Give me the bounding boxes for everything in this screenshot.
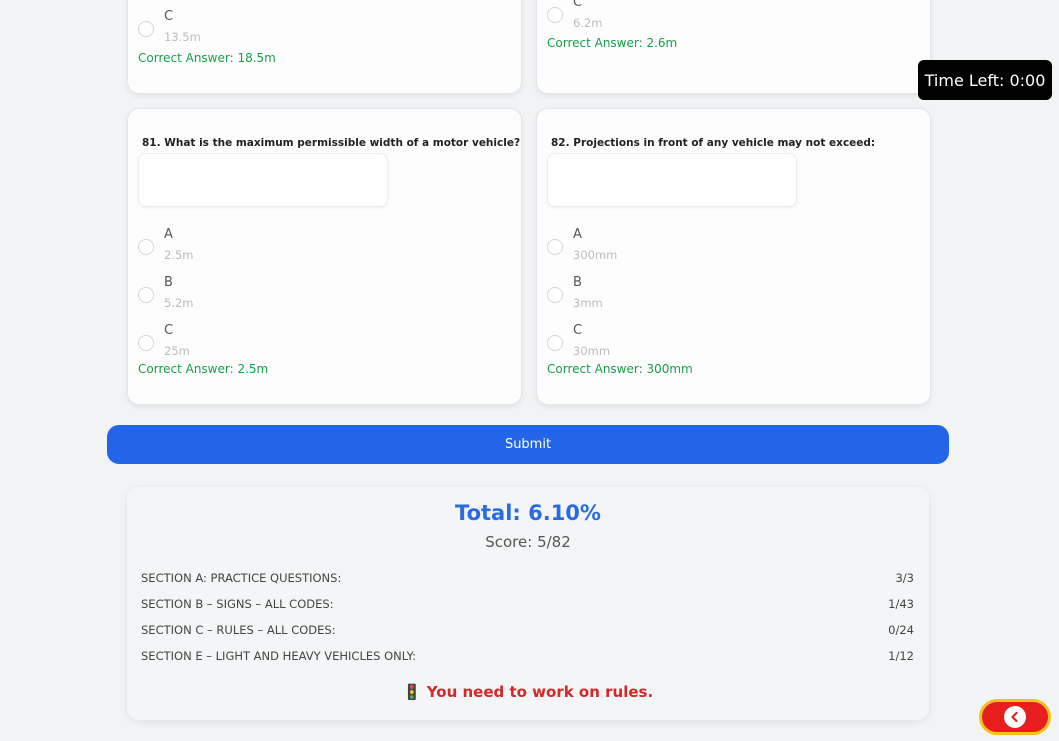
option-letter: C <box>164 323 174 338</box>
option-value: 30mm <box>573 344 611 358</box>
section-score: 3/3 <box>895 571 914 585</box>
option-letter: A <box>573 227 582 242</box>
option-a[interactable]: A 2.5m <box>138 227 398 267</box>
chevron-left-icon <box>1004 706 1026 728</box>
correct-answer: Correct Answer: 2.5m <box>138 362 269 376</box>
section-label: SECTION E – LIGHT AND HEAVY VEHICLES ONL… <box>141 649 416 663</box>
option-b[interactable]: B 5.2m <box>138 275 398 315</box>
question-image <box>138 153 388 207</box>
option-value: 6.2m <box>573 16 603 30</box>
option-b[interactable]: B 3mm <box>547 275 807 315</box>
radio-button[interactable] <box>547 7 563 23</box>
option-c[interactable]: C 13.5m <box>138 9 398 49</box>
correct-answer: Correct Answer: 300mm <box>547 362 693 376</box>
section-row: SECTION C – RULES – ALL CODES: 0/24 <box>141 623 914 643</box>
section-row: SECTION E – LIGHT AND HEAVY VEHICLES ONL… <box>141 649 914 669</box>
radio-button[interactable] <box>547 239 563 255</box>
correct-answer: Correct Answer: 2.6m <box>547 36 678 50</box>
section-score: 1/43 <box>888 597 914 611</box>
option-value: 300mm <box>573 248 618 262</box>
option-value: 3mm <box>573 296 603 310</box>
total-percentage: Total: 6.10% <box>455 501 601 525</box>
traffic-light-icon: 🚦 <box>402 683 422 701</box>
radio-button[interactable] <box>138 335 154 351</box>
option-letter: C <box>573 0 583 10</box>
advice-text: You need to work on rules. <box>426 683 654 701</box>
question-card-82: 82. Projections in front of any vehicle … <box>536 108 931 405</box>
option-c[interactable]: C 30mm <box>547 323 807 363</box>
question-title: 81. What is the maximum permissible widt… <box>142 137 521 149</box>
back-button[interactable] <box>979 699 1051 735</box>
option-letter: B <box>573 275 582 290</box>
radio-button[interactable] <box>138 21 154 37</box>
score-summary: Score: 5/82 <box>485 533 571 551</box>
question-card-80-right: C 6.2m Correct Answer: 2.6m <box>536 0 931 94</box>
option-c[interactable]: C 25m <box>138 323 398 363</box>
option-letter: C <box>573 323 583 338</box>
radio-button[interactable] <box>138 287 154 303</box>
question-card-80-left: C 13.5m Correct Answer: 18.5m <box>127 0 522 94</box>
radio-button[interactable] <box>138 239 154 255</box>
option-c[interactable]: C 6.2m <box>547 0 807 35</box>
option-letter: C <box>164 9 174 24</box>
option-value: 5.2m <box>164 296 194 310</box>
radio-button[interactable] <box>547 335 563 351</box>
option-letter: A <box>164 227 173 242</box>
question-card-81: 81. What is the maximum permissible widt… <box>127 108 522 405</box>
radio-button[interactable] <box>547 287 563 303</box>
question-title: 82. Projections in front of any vehicle … <box>551 137 876 149</box>
section-label: SECTION C – RULES – ALL CODES: <box>141 623 336 637</box>
section-row: SECTION B – SIGNS – ALL CODES: 1/43 <box>141 597 914 617</box>
section-score: 1/12 <box>888 649 914 663</box>
section-score: 0/24 <box>888 623 914 637</box>
question-image <box>547 153 797 207</box>
section-label: SECTION B – SIGNS – ALL CODES: <box>141 597 334 611</box>
option-a[interactable]: A 300mm <box>547 227 807 267</box>
correct-answer: Correct Answer: 18.5m <box>138 51 276 65</box>
submit-button[interactable]: Submit <box>107 425 949 464</box>
section-label: SECTION A: PRACTICE QUESTIONS: <box>141 571 342 585</box>
time-left-badge: Time Left: 0:00 <box>918 60 1052 100</box>
option-letter: B <box>164 275 173 290</box>
section-row: SECTION A: PRACTICE QUESTIONS: 3/3 <box>141 571 914 591</box>
option-value: 25m <box>164 344 190 358</box>
option-value: 2.5m <box>164 248 194 262</box>
option-value: 13.5m <box>164 30 201 44</box>
results-panel: Total: 6.10% Score: 5/82 SECTION A: PRAC… <box>127 487 929 720</box>
advice-message: 🚦 You need to work on rules. <box>127 683 929 701</box>
